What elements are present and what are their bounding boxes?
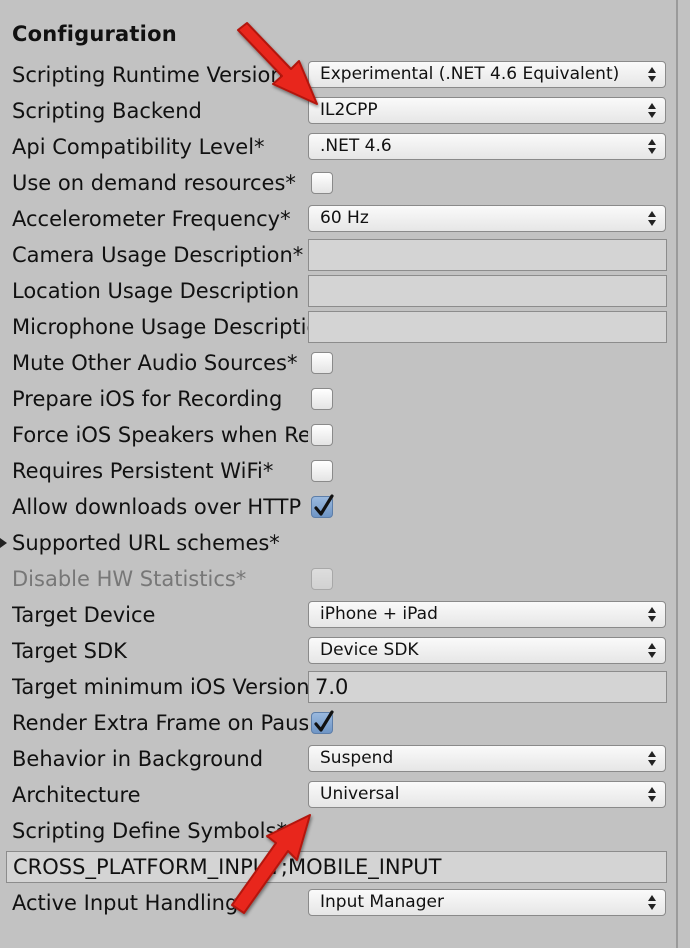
dropdown-architecture[interactable]: Universal	[308, 781, 666, 808]
foldout-triangle-icon[interactable]	[0, 538, 7, 548]
label-prepare-recording: Prepare iOS for Recording	[12, 387, 283, 411]
label-force-speakers: Force iOS Speakers when Recording	[12, 423, 308, 447]
panel-border	[676, 0, 678, 948]
dropdown-value: iPhone + iPad	[320, 604, 438, 624]
dropdown-value: 60 Hz	[320, 208, 369, 228]
updown-arrows-icon	[648, 785, 656, 804]
row-mute-audio: Mute Other Audio Sources*	[0, 345, 676, 381]
checkbox-prepare-recording[interactable]	[311, 388, 333, 410]
input-define-symbols[interactable]: CROSS_PLATFORM_INPUT;MOBILE_INPUT	[6, 851, 667, 883]
dropdown-api-compatibility[interactable]: .NET 4.6	[308, 133, 666, 160]
dropdown-value: IL2CPP	[320, 100, 378, 120]
row-api-compatibility: Api Compatibility Level* .NET 4.6	[0, 129, 676, 165]
checkbox-force-speakers[interactable]	[311, 424, 333, 446]
row-allow-http: Allow downloads over HTTP	[0, 489, 676, 525]
row-url-schemes[interactable]: Supported URL schemes*	[0, 525, 676, 561]
input-microphone-usage[interactable]	[308, 311, 667, 343]
dropdown-value: Universal	[320, 784, 400, 804]
dropdown-scripting-backend[interactable]: IL2CPP	[308, 97, 666, 124]
label-behavior-background: Behavior in Background	[12, 747, 264, 771]
dropdown-accelerometer-frequency[interactable]: 60 Hz	[308, 205, 666, 232]
dropdown-value: Input Manager	[320, 892, 444, 912]
checkmark-icon	[314, 494, 334, 516]
updown-arrows-icon	[648, 749, 656, 768]
label-allow-http: Allow downloads over HTTP	[12, 495, 302, 519]
dropdown-scripting-runtime[interactable]: Experimental (.NET 4.6 Equivalent)	[308, 61, 666, 88]
row-prepare-recording: Prepare iOS for Recording	[0, 381, 676, 417]
input-location-usage[interactable]	[308, 275, 667, 307]
label-microphone-usage: Microphone Usage Description	[12, 315, 308, 339]
row-behavior-background: Behavior in Background Suspend	[0, 741, 676, 777]
checkbox-persistent-wifi[interactable]	[311, 460, 333, 482]
dropdown-value: Device SDK	[320, 640, 419, 660]
dropdown-target-device[interactable]: iPhone + iPad	[308, 601, 666, 628]
dropdown-input-handling[interactable]: Input Manager	[308, 889, 666, 916]
label-location-usage: Location Usage Description	[12, 279, 300, 303]
updown-arrows-icon	[648, 641, 656, 660]
row-microphone-usage: Microphone Usage Description	[0, 309, 676, 345]
updown-arrows-icon	[648, 65, 656, 84]
row-camera-usage: Camera Usage Description*	[0, 237, 676, 273]
dropdown-target-sdk[interactable]: Device SDK	[308, 637, 666, 664]
row-hw-statistics: Disable HW Statistics*	[0, 561, 676, 597]
label-scripting-runtime: Scripting Runtime Version*	[12, 63, 295, 87]
dropdown-value: Suspend	[320, 748, 394, 768]
input-camera-usage[interactable]	[308, 239, 667, 271]
label-target-sdk: Target SDK	[12, 639, 127, 663]
row-input-handling: Active Input Handling* Input Manager	[0, 885, 676, 921]
row-accelerometer-frequency: Accelerometer Frequency* 60 Hz	[0, 201, 676, 237]
row-define-symbols-field: CROSS_PLATFORM_INPUT;MOBILE_INPUT	[0, 849, 676, 885]
label-architecture: Architecture	[12, 783, 141, 807]
label-camera-usage: Camera Usage Description*	[12, 243, 304, 267]
checkbox-hw-statistics	[311, 568, 333, 590]
label-url-schemes: Supported URL schemes*	[12, 531, 280, 555]
checkbox-allow-http[interactable]	[311, 494, 334, 518]
row-architecture: Architecture Universal	[0, 777, 676, 813]
row-extra-frame: Render Extra Frame on Pause	[0, 705, 676, 741]
label-mute-audio: Mute Other Audio Sources*	[12, 351, 298, 375]
row-scripting-backend: Scripting Backend IL2CPP	[0, 93, 676, 129]
row-location-usage: Location Usage Description	[0, 273, 676, 309]
dropdown-value: Experimental (.NET 4.6 Equivalent)	[320, 64, 620, 84]
label-hw-statistics: Disable HW Statistics*	[12, 567, 247, 591]
row-target-device: Target Device iPhone + iPad	[0, 597, 676, 633]
checkbox-on-demand-resources[interactable]	[311, 172, 333, 194]
row-scripting-runtime: Scripting Runtime Version* Experimental …	[0, 57, 676, 93]
label-min-ios-version: Target minimum iOS Version	[12, 675, 308, 699]
checkmark-icon	[314, 710, 334, 732]
section-title: Configuration	[12, 22, 177, 46]
updown-arrows-icon	[648, 137, 656, 156]
row-define-symbols-label: Scripting Define Symbols*	[0, 813, 676, 849]
label-on-demand-resources: Use on demand resources*	[12, 171, 296, 195]
checkbox-extra-frame[interactable]	[311, 710, 334, 734]
dropdown-value: .NET 4.6	[320, 136, 392, 156]
row-target-sdk: Target SDK Device SDK	[0, 633, 676, 669]
dropdown-behavior-background[interactable]: Suspend	[308, 745, 666, 772]
label-extra-frame: Render Extra Frame on Pause	[12, 711, 308, 735]
updown-arrows-icon	[648, 605, 656, 624]
label-api-compatibility: Api Compatibility Level*	[12, 135, 265, 159]
row-on-demand-resources: Use on demand resources*	[0, 165, 676, 201]
updown-arrows-icon	[648, 209, 656, 228]
label-input-handling: Active Input Handling*	[12, 891, 249, 915]
updown-arrows-icon	[648, 101, 656, 120]
row-min-ios-version: Target minimum iOS Version 7.0	[0, 669, 676, 705]
label-scripting-backend: Scripting Backend	[12, 99, 202, 123]
label-accelerometer-frequency: Accelerometer Frequency*	[12, 207, 291, 231]
row-force-speakers: Force iOS Speakers when Recording	[0, 417, 676, 453]
label-target-device: Target Device	[12, 603, 156, 627]
updown-arrows-icon	[648, 893, 656, 912]
row-persistent-wifi: Requires Persistent WiFi*	[0, 453, 676, 489]
label-define-symbols: Scripting Define Symbols*	[12, 819, 287, 843]
checkbox-mute-audio[interactable]	[311, 352, 333, 374]
label-persistent-wifi: Requires Persistent WiFi*	[12, 459, 274, 483]
input-min-ios-version[interactable]: 7.0	[308, 671, 667, 703]
